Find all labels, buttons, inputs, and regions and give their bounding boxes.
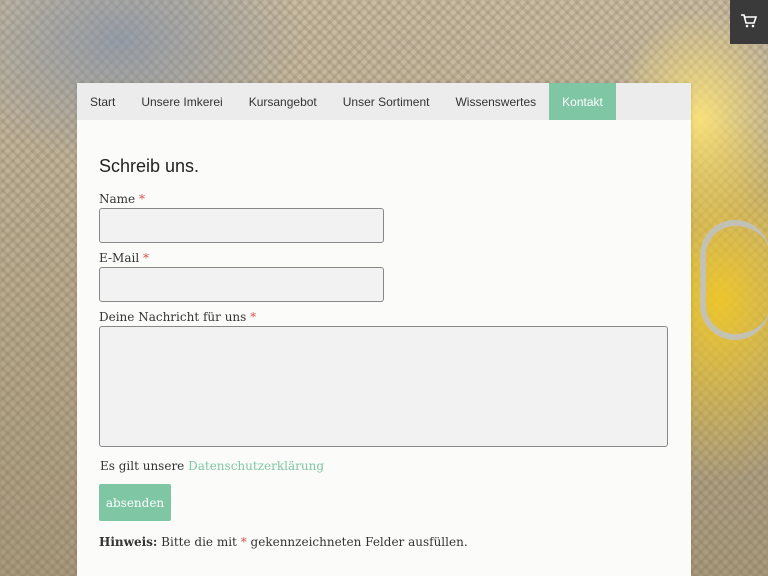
nav-item-kursangebot[interactable]: Kursangebot (236, 83, 330, 120)
nav-item-unsere-imkerei[interactable]: Unsere Imkerei (128, 83, 235, 120)
email-label: E-Mail * (99, 251, 669, 265)
name-label-text: Name (99, 192, 136, 206)
contact-form: Schreib uns. Name * E-Mail * Deine Nachr… (77, 156, 691, 549)
nav-item-start[interactable]: Start (77, 83, 128, 120)
hint-text-after: gekennzeichneten Felder ausfüllen. (250, 535, 468, 549)
nav-item-unser-sortiment[interactable]: Unser Sortiment (330, 83, 443, 120)
required-marker: * (250, 310, 257, 324)
message-textarea[interactable] (99, 326, 668, 447)
cart-button[interactable] (730, 0, 768, 44)
privacy-notice: Es gilt unsere Datenschutzerklärung (99, 459, 669, 473)
form-heading: Schreib uns. (99, 156, 200, 176)
message-label-text: Deine Nachricht für uns (99, 310, 247, 324)
required-marker: * (240, 535, 247, 549)
hint-label: Hinweis: (99, 535, 158, 549)
required-fields-hint: Hinweis: Bitte die mit * gekennzeichnete… (99, 535, 669, 549)
background-jar-clasp (700, 220, 768, 340)
main-navigation: Start Unsere Imkerei Kursangebot Unser S… (77, 83, 691, 120)
nav-item-kontakt[interactable]: Kontakt (549, 83, 616, 120)
message-label: Deine Nachricht für uns * (99, 310, 669, 324)
content-card: Start Unsere Imkerei Kursangebot Unser S… (77, 83, 691, 576)
required-marker: * (142, 251, 149, 265)
required-marker: * (138, 192, 145, 206)
email-input[interactable] (99, 267, 384, 302)
name-input[interactable] (99, 208, 384, 243)
privacy-policy-link[interactable]: Datenschutzerklärung (188, 459, 324, 473)
name-label: Name * (99, 192, 669, 206)
submit-button[interactable]: absenden (99, 484, 171, 521)
email-label-text: E-Mail (99, 251, 140, 265)
shopping-cart-icon (741, 13, 758, 32)
hint-text-before: Bitte die mit (161, 535, 237, 549)
nav-item-wissenswertes[interactable]: Wissenswertes (442, 83, 549, 120)
privacy-text: Es gilt unsere (100, 459, 185, 473)
